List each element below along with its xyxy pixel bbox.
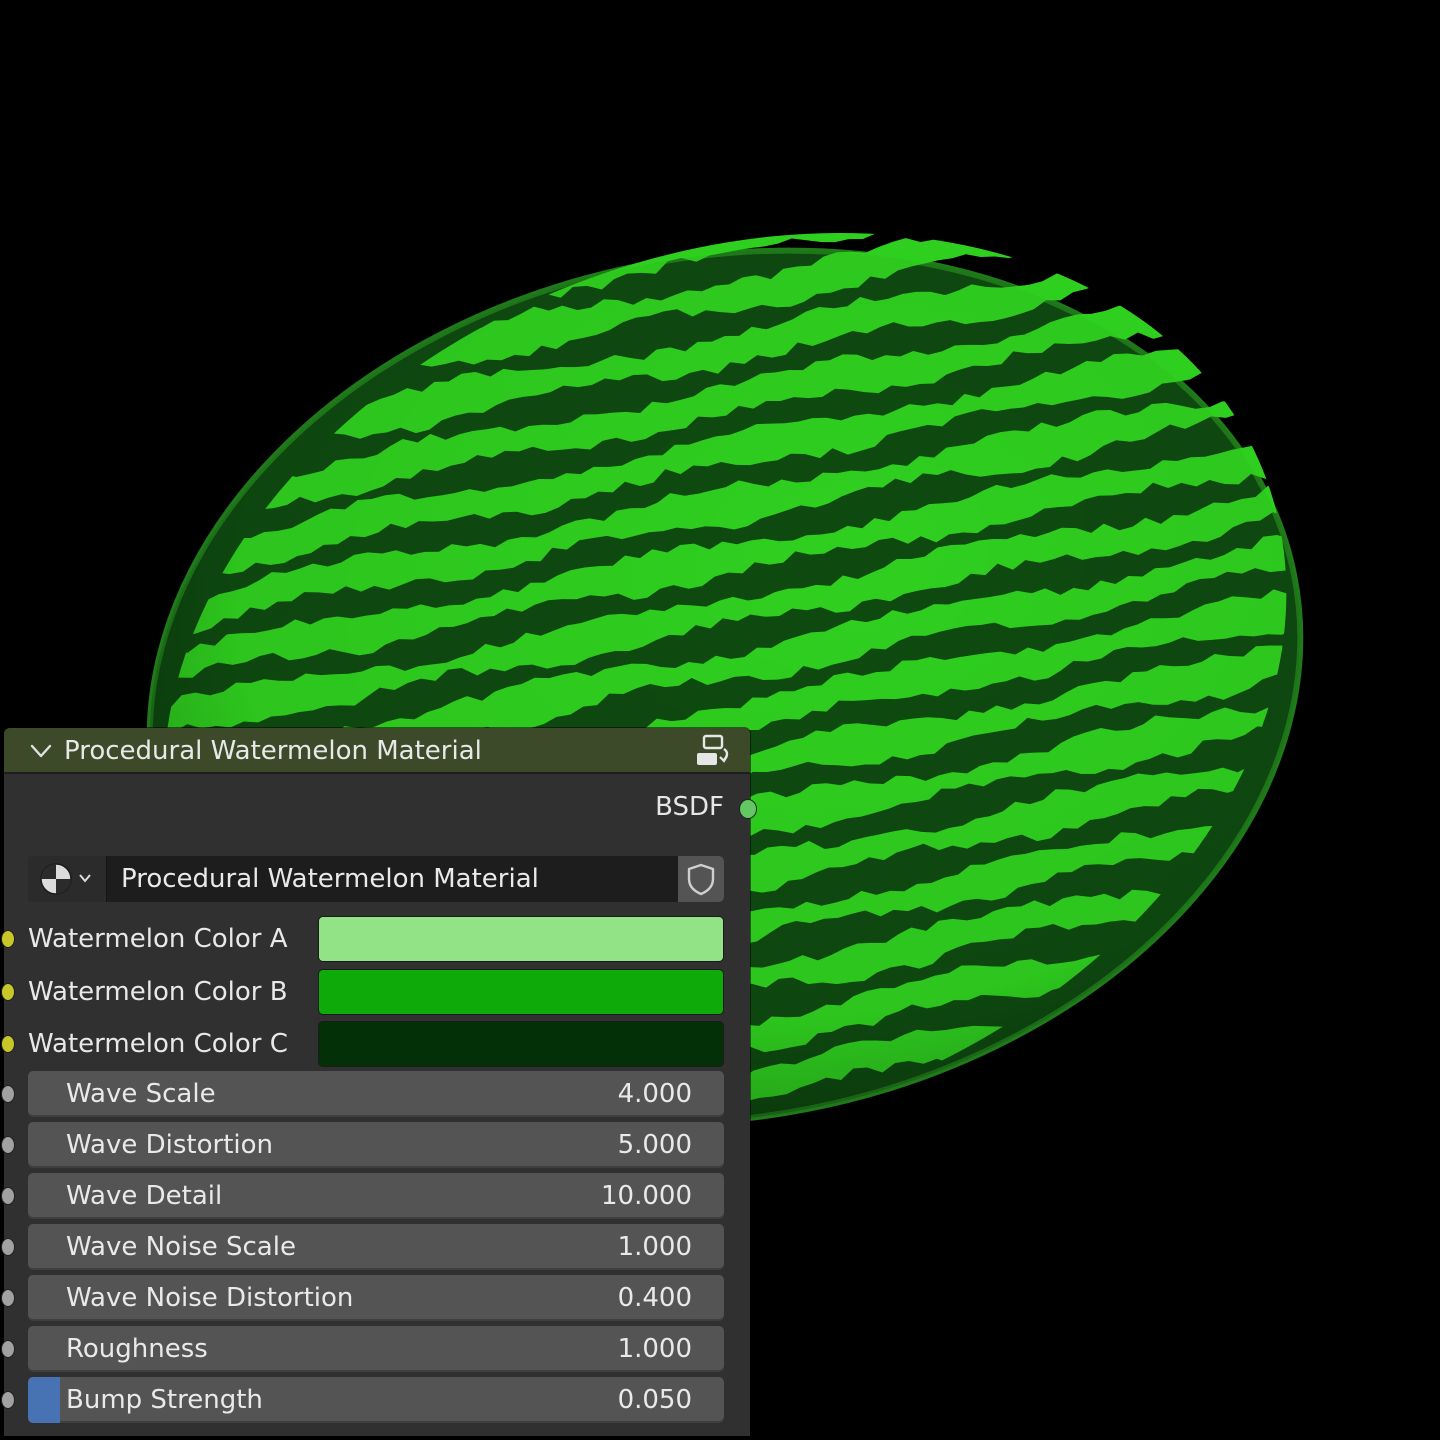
- value-input-socket[interactable]: [1, 1085, 15, 1103]
- slider-value: 1.000: [617, 1334, 692, 1364]
- value-input-row: Wave Noise Distortion 0.400: [1, 1275, 750, 1321]
- slider-value: 5.000: [617, 1130, 692, 1160]
- value-input-row: Wave Detail 10.000: [1, 1173, 750, 1219]
- value-slider[interactable]: Wave Scale 4.000: [28, 1071, 724, 1117]
- group-node[interactable]: Procedural Watermelon Material BSDF Proc…: [1, 728, 757, 1436]
- value-input-row: Wave Scale 4.000: [1, 1071, 750, 1117]
- slider-label: Wave Noise Distortion: [66, 1283, 354, 1313]
- value-input-row: Bump Strength 0.050: [1, 1377, 750, 1423]
- material-selector[interactable]: Procedural Watermelon Material: [28, 856, 724, 902]
- slider-label: Wave Noise Scale: [66, 1232, 296, 1262]
- value-input-socket[interactable]: [1, 1289, 15, 1307]
- color-input-row: Watermelon Color C: [1, 1021, 750, 1067]
- value-input-socket[interactable]: [1, 1136, 15, 1154]
- slider-value: 1.000: [617, 1232, 692, 1262]
- value-input-socket[interactable]: [1, 1187, 15, 1205]
- value-input-row: Wave Distortion 5.000: [1, 1122, 750, 1168]
- value-input-socket[interactable]: [1, 1238, 15, 1256]
- color-input-label: Watermelon Color C: [28, 1029, 288, 1059]
- node-group-icon[interactable]: [694, 733, 734, 769]
- value-slider[interactable]: Bump Strength 0.050: [28, 1377, 724, 1423]
- material-browse-button[interactable]: [28, 856, 107, 902]
- value-input-socket[interactable]: [1, 1340, 15, 1358]
- chevron-down-icon: [79, 874, 91, 883]
- color-swatch[interactable]: [318, 916, 724, 962]
- color-input-row: Watermelon Color A: [1, 916, 750, 962]
- value-slider[interactable]: Roughness 1.000: [28, 1326, 724, 1372]
- slider-value: 0.400: [617, 1283, 692, 1313]
- slider-label: Wave Detail: [66, 1181, 223, 1211]
- slider-value: 10.000: [601, 1181, 692, 1211]
- color-input-row: Watermelon Color B: [1, 968, 750, 1015]
- value-input-socket[interactable]: [1, 1391, 15, 1409]
- color-input-label: Watermelon Color B: [28, 976, 288, 1007]
- slider-value: 0.050: [617, 1385, 692, 1415]
- slider-value: 4.000: [617, 1079, 692, 1109]
- value-slider[interactable]: Wave Noise Scale 1.000: [28, 1224, 724, 1270]
- slider-label: Roughness: [66, 1334, 208, 1364]
- value-input-row: Roughness 1.000: [1, 1326, 750, 1372]
- value-input-row: Wave Noise Scale 1.000: [1, 1224, 750, 1270]
- node-header[interactable]: Procedural Watermelon Material: [4, 728, 750, 774]
- value-slider[interactable]: Wave Distortion 5.000: [28, 1122, 724, 1168]
- output-socket-bsdf[interactable]: [739, 799, 757, 819]
- material-name[interactable]: Procedural Watermelon Material: [121, 856, 539, 902]
- color-swatch[interactable]: [318, 968, 724, 1015]
- shield-icon: [687, 863, 715, 896]
- output-label-bsdf: BSDF: [655, 792, 724, 822]
- value-slider[interactable]: Wave Noise Distortion 0.400: [28, 1275, 724, 1321]
- color-input-socket[interactable]: [1, 982, 15, 1001]
- material-sphere-icon: [40, 863, 91, 895]
- chevron-down-icon[interactable]: [28, 740, 54, 762]
- color-swatch[interactable]: [318, 1021, 724, 1067]
- color-input-label: Watermelon Color A: [28, 924, 288, 954]
- slider-label: Wave Distortion: [66, 1130, 274, 1160]
- node-title: Procedural Watermelon Material: [64, 736, 482, 766]
- color-input-socket[interactable]: [1, 930, 15, 948]
- slider-label: Wave Scale: [66, 1079, 216, 1109]
- slider-fill: [28, 1377, 60, 1423]
- fake-user-button[interactable]: [678, 856, 724, 902]
- slider-label: Bump Strength: [66, 1385, 263, 1415]
- color-input-socket[interactable]: [1, 1035, 15, 1053]
- value-slider[interactable]: Wave Detail 10.000: [28, 1173, 724, 1219]
